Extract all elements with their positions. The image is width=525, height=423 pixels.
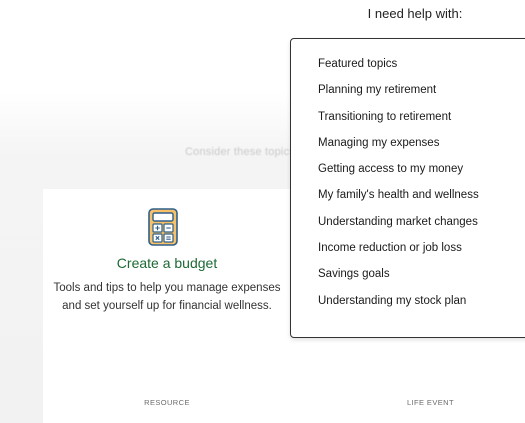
card-description: Tools and tips to help you manage expens… (53, 282, 281, 312)
topic-transitioning-retirement[interactable]: Transitioning to retirement (318, 110, 525, 136)
section-heading-faded: Consider these topics (185, 146, 295, 158)
topic-access-money[interactable]: Getting access to my money (318, 162, 525, 188)
card-tag-resource: RESOURCE (144, 398, 190, 407)
help-topics-dropdown: Featured topics Planning my retirement T… (290, 38, 525, 338)
topic-income-reduction[interactable]: Income reduction or job loss (318, 241, 525, 267)
topic-savings-goals[interactable]: Savings goals (318, 267, 525, 293)
topic-featured[interactable]: Featured topics (318, 57, 525, 83)
topic-market-changes[interactable]: Understanding market changes (318, 215, 525, 241)
card-tag-life-event: LIFE EVENT (407, 398, 454, 407)
topic-stock-plan[interactable]: Understanding my stock plan (318, 294, 525, 320)
topic-family-health[interactable]: My family's health and wellness (318, 188, 525, 214)
topic-planning-retirement[interactable]: Planning my retirement (318, 83, 525, 109)
help-dropdown-label[interactable]: I need help with: (310, 6, 520, 21)
topic-managing-expenses[interactable]: Managing my expenses (318, 136, 525, 162)
card-title[interactable]: Create a budget (43, 255, 291, 271)
calculator-icon (148, 208, 178, 246)
topic-list: Featured topics Planning my retirement T… (291, 39, 525, 320)
